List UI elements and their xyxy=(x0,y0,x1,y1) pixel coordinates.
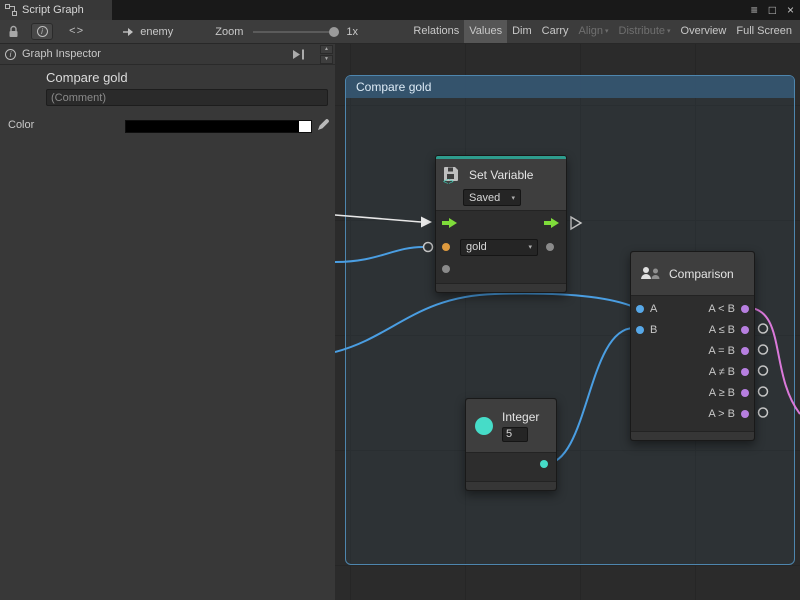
eyedropper-icon[interactable] xyxy=(317,118,330,131)
node-comparison[interactable]: Comparison A A < B B A ≤ B xyxy=(630,251,755,441)
inspector-toggle-button[interactable]: i xyxy=(31,23,53,40)
scroll-up-icon[interactable]: ▲ xyxy=(320,45,333,54)
integer-output-port[interactable] xyxy=(540,460,548,468)
save-variable-icon: <> xyxy=(442,165,462,185)
comparison-row: A ≥ B xyxy=(631,382,754,403)
node-title: Integer xyxy=(502,410,539,424)
graph-name-label: enemy xyxy=(140,26,173,38)
output-port-greater[interactable] xyxy=(741,410,749,418)
align-button[interactable]: Align▾ xyxy=(574,20,614,43)
values-button[interactable]: Values xyxy=(464,20,507,43)
script-graph-tab[interactable]: Script Graph xyxy=(0,0,112,20)
chevron-down-icon: ▾ xyxy=(523,243,532,251)
integer-icon xyxy=(475,417,493,435)
output-label-greater: A > B xyxy=(708,408,735,420)
info-icon: i xyxy=(5,49,16,60)
color-alpha-indicator xyxy=(299,121,311,132)
input-port-b[interactable] xyxy=(636,326,644,334)
output-port-less-equal[interactable] xyxy=(741,326,749,334)
zoom-label: Zoom xyxy=(215,26,243,38)
node-footer xyxy=(466,481,556,490)
zoom-slider-track[interactable] xyxy=(253,31,339,33)
graph-asset-reference[interactable]: enemy xyxy=(122,26,173,38)
flow-input-arrow-icon[interactable] xyxy=(442,217,458,229)
chevron-down-icon: ▾ xyxy=(667,28,671,35)
output-label-less-equal: A ≤ B xyxy=(709,324,735,336)
zoom-slider-knob[interactable] xyxy=(329,27,339,37)
info-icon: i xyxy=(37,26,48,37)
graph-toolbar: i <> enemy Zoom 1x Relations Values Dim … xyxy=(0,20,800,44)
graph-inspector-panel: i Graph Inspector ▲ ▼ Compare gold Color xyxy=(0,44,335,600)
node-footer xyxy=(631,431,754,440)
input-port-a[interactable] xyxy=(636,305,644,313)
window-menu-icon[interactable]: ≡ xyxy=(751,3,758,17)
code-icon[interactable]: <> xyxy=(69,26,84,38)
variable-input-port[interactable] xyxy=(442,243,450,251)
dim-button[interactable]: Dim xyxy=(507,20,537,43)
scroll-down-icon[interactable]: ▼ xyxy=(320,55,333,64)
color-label: Color xyxy=(8,119,34,131)
comparison-row: A ≠ B xyxy=(631,361,754,382)
overview-button[interactable]: Overview xyxy=(676,20,732,43)
dock-panel-icon[interactable] xyxy=(292,49,305,60)
node-footer xyxy=(436,283,566,292)
output-label-greater-equal: A ≥ B xyxy=(709,387,735,399)
chevron-down-icon: ▾ xyxy=(506,194,515,202)
chevron-down-icon: ▾ xyxy=(605,28,609,35)
output-port-equal[interactable] xyxy=(741,347,749,355)
distribute-button[interactable]: Distribute▾ xyxy=(614,20,676,43)
graph-arrow-icon xyxy=(122,27,134,37)
panel-spinner: ▲ ▼ xyxy=(320,45,333,64)
graph-inspector-header: i Graph Inspector ▲ ▼ xyxy=(0,44,335,65)
input-label-b: B xyxy=(650,324,657,336)
close-icon[interactable]: × xyxy=(787,3,794,17)
comparison-row: A A < B xyxy=(631,298,754,319)
maximize-icon[interactable]: □ xyxy=(769,3,776,17)
output-label-not-equal: A ≠ B xyxy=(709,366,735,378)
variable-name-dropdown[interactable]: gold ▾ xyxy=(460,239,538,256)
zoom-slider[interactable] xyxy=(253,25,339,39)
relations-button[interactable]: Relations xyxy=(408,20,464,43)
color-swatch[interactable] xyxy=(125,120,312,133)
window-title: Script Graph xyxy=(22,4,84,16)
fullscreen-button[interactable]: Full Screen xyxy=(731,20,797,43)
output-label-less: A < B xyxy=(708,303,735,315)
comparison-row: A > B xyxy=(631,403,754,424)
output-port-less[interactable] xyxy=(741,305,749,313)
node-integer[interactable]: Integer xyxy=(465,398,557,491)
graph-inspector-title: Graph Inspector xyxy=(22,48,101,60)
comparison-row: A = B xyxy=(631,340,754,361)
fallback-input-port[interactable] xyxy=(442,265,450,273)
svg-text:<>: <> xyxy=(443,178,454,186)
group-title: Compare gold xyxy=(356,80,431,94)
input-label-a: A xyxy=(650,303,657,315)
node-title: Set Variable xyxy=(469,168,533,182)
value-output-port[interactable] xyxy=(546,243,554,251)
script-graph-icon xyxy=(5,4,17,16)
variable-kind-dropdown[interactable]: Saved ▾ xyxy=(463,189,521,206)
flow-output-arrow-icon[interactable] xyxy=(544,217,560,229)
group-header[interactable]: Compare gold xyxy=(346,76,794,98)
window-titlebar: Script Graph ≡ □ × xyxy=(0,0,800,20)
output-label-equal: A = B xyxy=(708,345,735,357)
graph-title: Compare gold xyxy=(46,70,128,85)
output-port-not-equal[interactable] xyxy=(741,368,749,376)
comparison-row: B A ≤ B xyxy=(631,319,754,340)
integer-value-input[interactable] xyxy=(502,427,528,442)
zoom-value: 1x xyxy=(346,26,358,38)
comment-input[interactable] xyxy=(46,89,328,106)
carry-button[interactable]: Carry xyxy=(537,20,574,43)
comparison-icon xyxy=(639,265,661,283)
output-port-greater-equal[interactable] xyxy=(741,389,749,397)
lock-icon[interactable] xyxy=(7,25,20,39)
graph-canvas[interactable]: Compare gold xyxy=(335,44,800,600)
node-set-variable[interactable]: <> Set Variable Saved ▾ gold ▾ xyxy=(435,155,567,293)
node-title: Comparison xyxy=(669,267,734,281)
